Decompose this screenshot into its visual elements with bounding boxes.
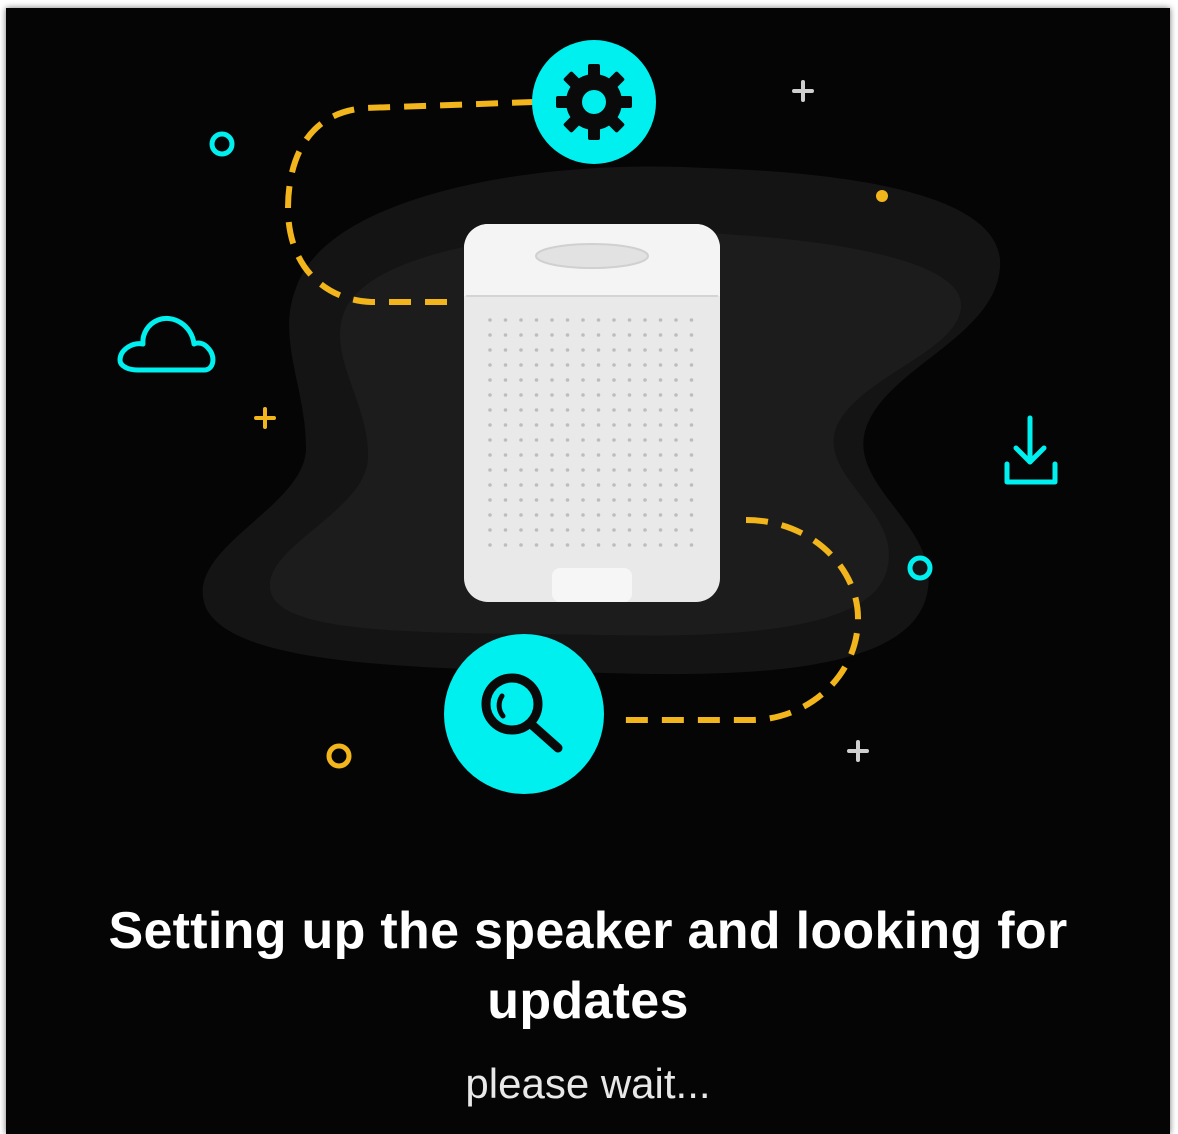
- dot-yellow: [876, 190, 888, 202]
- speaker-base-notch: [552, 568, 632, 602]
- speaker-top-ring: [535, 243, 649, 269]
- plus-gray-top: [792, 80, 814, 102]
- magnifier-icon: [444, 634, 604, 794]
- status-title: Setting up the speaker and looking for u…: [108, 902, 1068, 1030]
- gear-icon: [532, 40, 656, 164]
- ring-yellow-bottom-left: [326, 743, 352, 769]
- download-icon: [1004, 415, 1058, 485]
- setup-illustration: [117, 40, 1058, 794]
- plus-yellow-left: [254, 407, 276, 429]
- plus-gray-bottom: [847, 740, 869, 762]
- status-subtitle: please wait...: [465, 1060, 711, 1107]
- cloud-icon: [117, 316, 216, 373]
- setup-screen: Setting up the speaker and looking for u…: [6, 8, 1170, 1134]
- ring-cyan-top-left: [209, 131, 235, 157]
- speaker: [464, 224, 720, 602]
